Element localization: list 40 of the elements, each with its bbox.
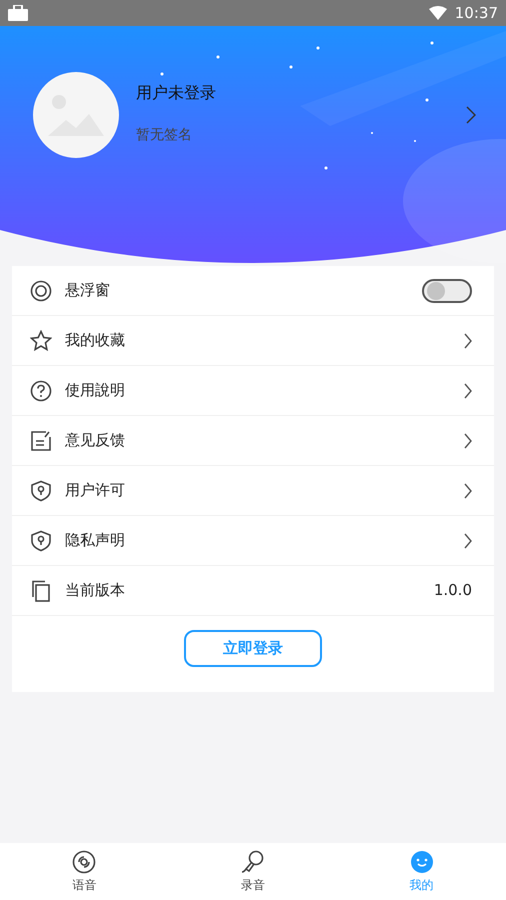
menu-item[interactable]: 用户许可 [12,466,494,516]
menu-label: 我的收藏 [65,330,126,352]
user-name: 用户未登录 [136,82,217,104]
target-icon [30,280,52,302]
smiley-icon [410,850,434,874]
chevron-icon [464,332,472,348]
menu-label: 悬浮窗 [65,280,111,302]
chevron-icon[interactable] [466,106,476,124]
menu-item[interactable]: 隐私声明 [12,516,494,566]
toggle-switch[interactable] [422,278,472,302]
nav-tab[interactable]: 语音 [0,843,169,900]
briefcase-icon [8,5,28,21]
chevron-icon [464,382,472,398]
edit-icon [30,430,52,452]
menu-label: 使用說明 [65,380,126,402]
menu-label: 当前版本 [65,580,126,602]
shield-icon [30,480,52,502]
avatar-icon [33,72,119,158]
chevron-icon [464,432,472,448]
menu-label: 用户许可 [65,480,126,502]
status-time: 10:37 [454,2,498,24]
chevron-icon [464,532,472,548]
disc-icon [72,850,96,874]
user-signature: 暂无签名 [136,126,193,144]
version-number: 1.0.0 [434,580,472,602]
menu-item[interactable]: 悬浮窗 [12,266,494,316]
wifi-icon [428,6,447,20]
star-icon [30,330,52,352]
nav-tab[interactable]: 录音 [168,843,338,900]
copy-icon [30,580,52,602]
chevron-icon [464,482,472,498]
shield-icon [30,530,52,552]
help-icon [30,380,52,402]
menu-label: 隐私声明 [65,530,126,552]
menu-item[interactable]: 使用說明 [12,366,494,416]
menu-item[interactable]: 我的收藏 [12,316,494,366]
menu-item[interactable]: 当前版本 1.0.0 [12,566,494,616]
microphone-icon [240,850,265,874]
menu-label: 意见反馈 [65,430,126,452]
menu-item[interactable]: 意见反馈 [12,416,494,466]
